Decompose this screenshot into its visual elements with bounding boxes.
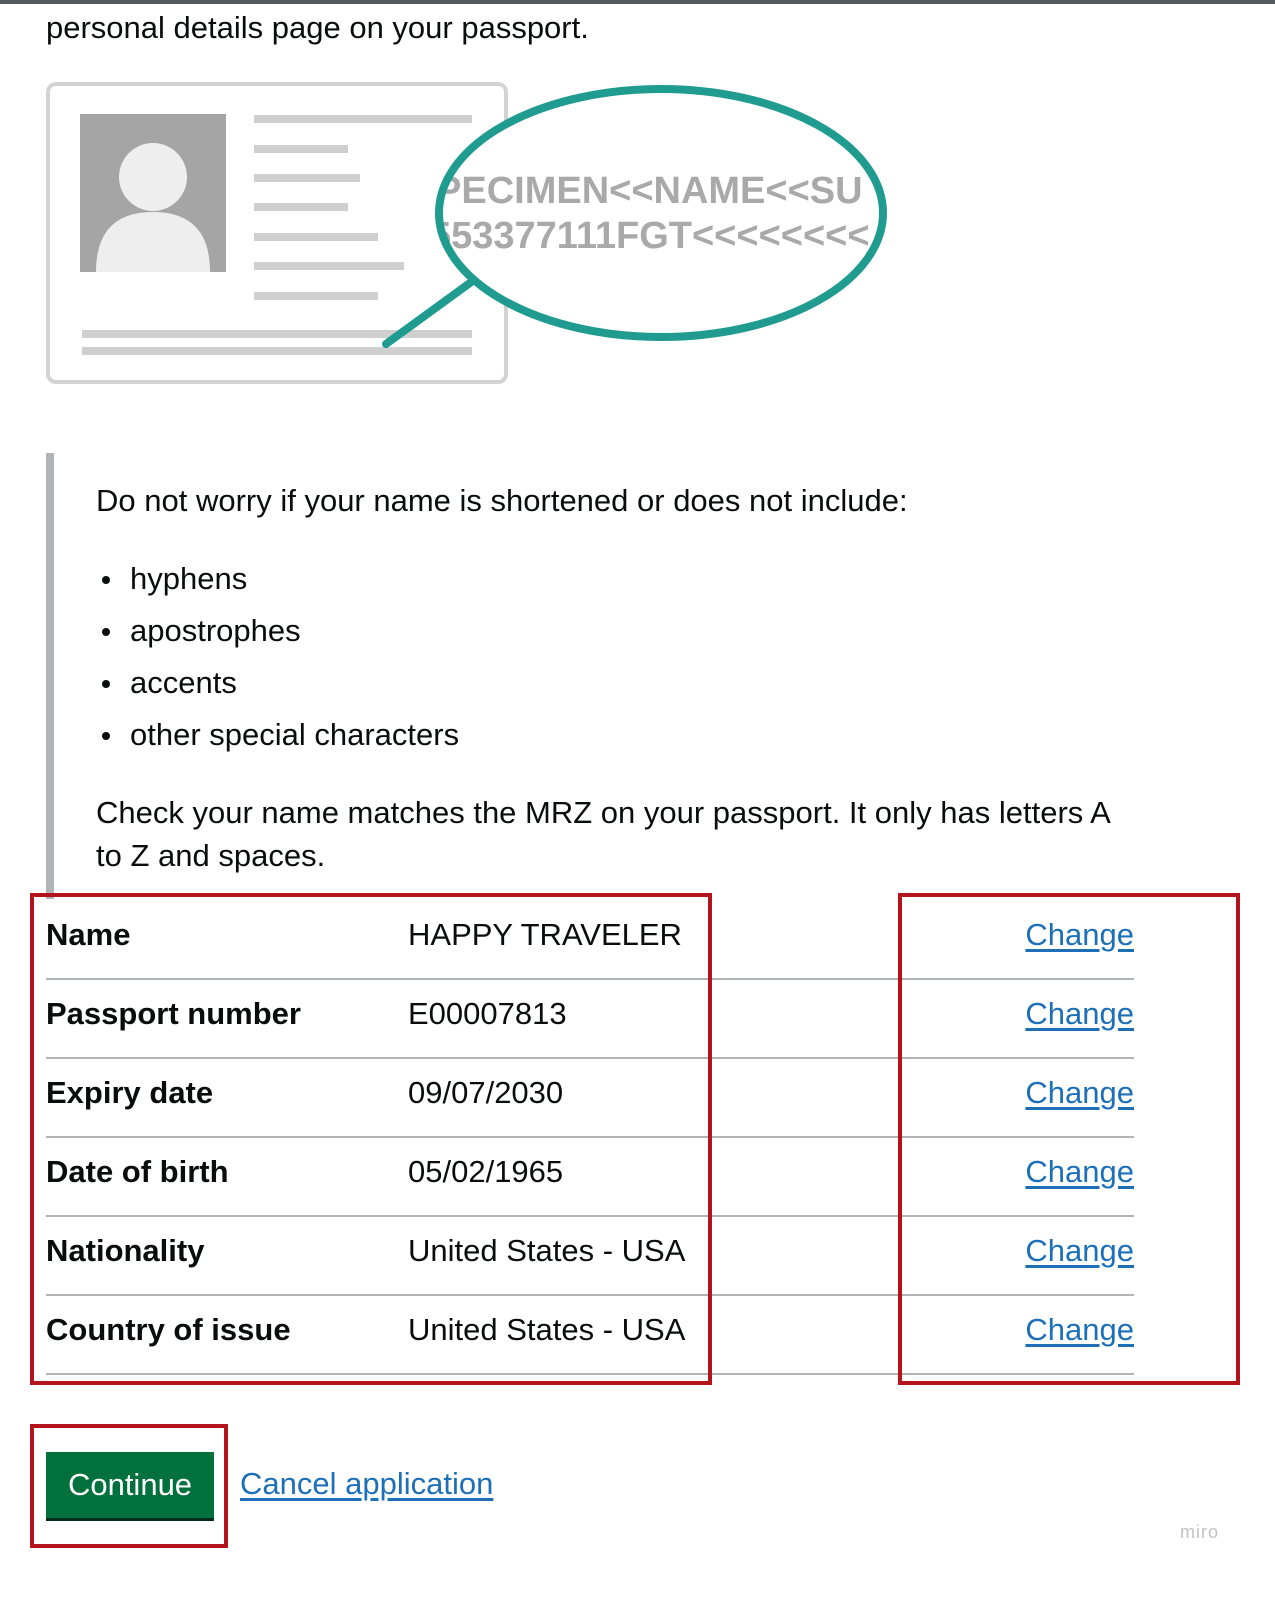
inset-check-note: Check your name matches the MRZ on your … <box>96 795 1110 873</box>
list-item: accents <box>96 657 459 709</box>
inset-lead: Do not worry if your name is shortened o… <box>96 483 908 518</box>
miro-watermark: miro <box>1180 1522 1219 1542</box>
mrz-line-2: 553377111FGT<<<<<<<< <box>430 215 870 257</box>
passport-mrz-illustration: PECIMEN<<NAME<<SU 553377111FGT<<<<<<<< <box>46 82 887 384</box>
bullet-list: hyphens apostrophes accents other specia… <box>96 553 459 761</box>
list-item: apostrophes <box>96 605 459 657</box>
list-item: hyphens <box>96 553 459 605</box>
cancel-application-link[interactable]: Cancel application <box>240 1466 493 1502</box>
top-rule <box>0 0 1275 4</box>
list-item: other special characters <box>96 709 459 761</box>
inset-text: Do not worry if your name is shortened o… <box>46 453 1146 899</box>
mrz-line-1: PECIMEN<<NAME<<SU <box>436 170 863 212</box>
highlight-box-details <box>30 893 712 1385</box>
intro-text: personal details page on your passport. <box>46 10 589 45</box>
continue-button[interactable]: Continue <box>46 1452 214 1518</box>
avatar-head <box>119 143 187 211</box>
highlight-box-change-links <box>898 893 1240 1385</box>
